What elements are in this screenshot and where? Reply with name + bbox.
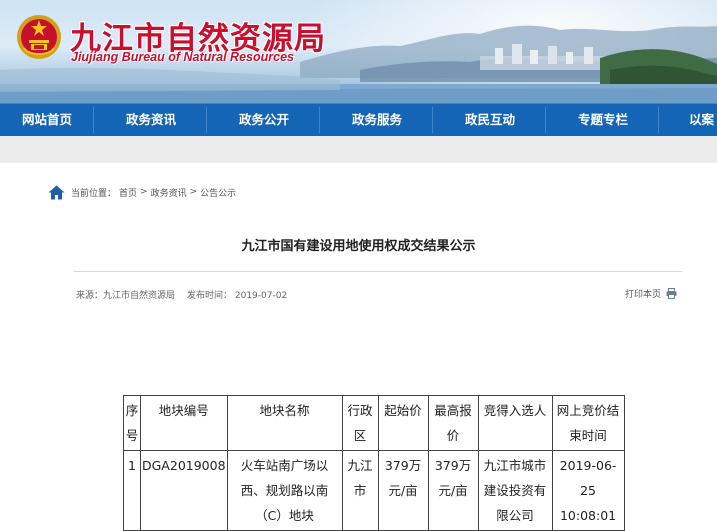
main-nav: 网站首页 政务资讯 政务公开 政务服务 政民互动 专题专栏 以案 (0, 103, 717, 136)
header-cell-parcel-no: 地块编号 (140, 395, 228, 451)
breadcrumb: 当前位置： 首页 > 政务资讯 > 公告公示 (48, 184, 239, 200)
article-content: 当前位置： 首页 > 政务资讯 > 公告公示 九江市国有建设用地使用权成交结果公… (0, 163, 717, 531)
breadcrumb-separator: > (189, 187, 198, 197)
nav-divider (545, 107, 546, 133)
nav-special-topics[interactable]: 专题专栏 (547, 104, 659, 136)
header-banner: 九江市自然资源局 Jiujiang Bureau of Natural Reso… (0, 0, 717, 103)
print-button[interactable]: 打印本页 (625, 287, 677, 300)
breadcrumb-link-news[interactable]: 政务资讯 (151, 186, 187, 199)
header-cell-district: 行政区 (341, 395, 379, 451)
nav-home[interactable]: 网站首页 (0, 104, 94, 136)
article-meta: 来源：九江市自然资源局 发布时间： 2019-07-02 (76, 288, 287, 301)
nav-interaction[interactable]: 政民互动 (434, 104, 546, 136)
article-title: 九江市国有建设用地使用权成交结果公示 (241, 239, 476, 254)
header-cell-index: 序号 (123, 395, 141, 451)
breadcrumb-separator: > (140, 187, 148, 197)
national-emblem-icon (17, 15, 61, 59)
breadcrumb-link-notices[interactable]: 公告公示 (200, 186, 236, 199)
nav-gov-open[interactable]: 政务公开 (208, 104, 320, 136)
nav-divider (93, 107, 94, 133)
result-table: 序号 地块编号 地块名称 行政区 起始价 最高报价 竞得入选人 网上竞价结束时间… (123, 395, 625, 531)
nav-news[interactable]: 政务资讯 (95, 104, 207, 136)
nav-gov-service[interactable]: 政务服务 (321, 104, 433, 136)
header-cell-max-price: 最高报价 (427, 395, 479, 451)
nav-divider (319, 107, 320, 133)
table-header-row: 序号 地块编号 地块名称 行政区 起始价 最高报价 竞得入选人 网上竞价结束时间 (123, 395, 625, 451)
article-date: 发布时间： 2019-07-02 (187, 291, 288, 301)
header-cell-winner: 竞得入选人 (477, 395, 553, 451)
breadcrumb-prefix: 当前位置： (71, 188, 117, 199)
site-title-english: Jiujiang Bureau of Natural Resources (71, 50, 294, 64)
title-divider (74, 271, 682, 272)
print-label: 打印本页 (625, 290, 662, 300)
nav-divider (432, 107, 433, 133)
header-cell-start-price: 起始价 (377, 395, 429, 451)
page-gap (0, 136, 717, 163)
header-cell-end-time: 网上竞价结束时间 (551, 395, 625, 451)
nav-divider (658, 107, 659, 133)
header-cell-parcel-name: 地块名称 (226, 395, 343, 451)
home-icon[interactable] (48, 185, 65, 200)
printer-icon (666, 288, 677, 299)
nav-cases[interactable]: 以案 (660, 104, 717, 136)
article-source: 来源：九江市自然资源局 (76, 291, 176, 301)
nav-divider (206, 107, 207, 133)
breadcrumb-link-home[interactable]: 首页 (119, 186, 137, 199)
